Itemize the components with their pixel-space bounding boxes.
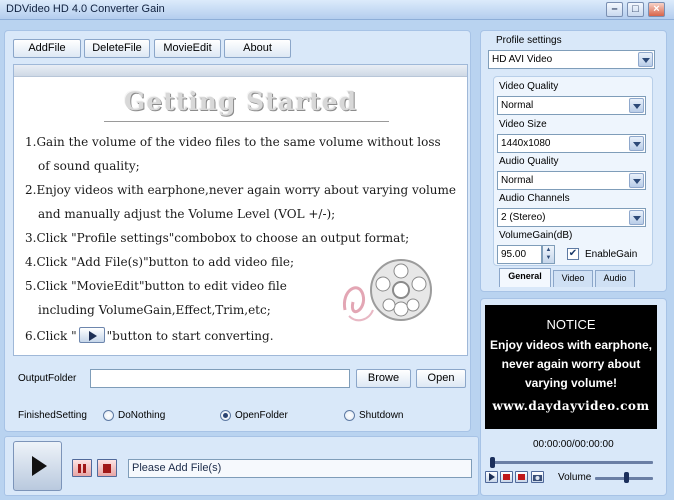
audio-quality-select[interactable]: Normal [497,171,646,190]
stop-button[interactable] [97,459,117,477]
radio-open-folder-label: OpenFolder [235,410,288,421]
guide-divider [104,121,389,122]
stop-icon [518,474,525,480]
tab-video[interactable]: Video [553,270,593,287]
pause-button[interactable] [72,459,92,477]
volume-gain-spinner[interactable]: ▲ ▼ [542,245,555,264]
chevron-down-icon [629,98,644,113]
browse-button[interactable]: Browe [356,369,411,388]
audio-quality-label: Audio Quality [499,156,559,167]
pause-icon [503,474,510,480]
enable-gain-label: EnableGain [585,249,638,260]
pause-icon [78,464,86,473]
stop-icon [103,464,111,473]
chevron-down-icon [629,210,644,225]
file-list-header [14,65,467,77]
audio-quality-value: Normal [501,175,534,186]
output-folder-label: OutputFolder [18,373,77,384]
guide-line-2: of sound quality; [38,159,140,173]
video-quality-select[interactable]: Normal [497,96,646,115]
close-button[interactable]: × [648,2,665,17]
guide-line-9: 6.Click " "button to start converting. [25,327,274,343]
video-size-label: Video Size [499,119,547,130]
audio-channels-select[interactable]: 2 (Stereo) [497,208,646,227]
radio-do-nothing[interactable] [103,410,114,421]
notice-box: NOTICE Enjoy videos with earphone, never… [485,305,657,429]
tab-general[interactable]: General [499,268,551,287]
notice-url: www.daydayvideo.com [492,399,650,413]
open-folder-button[interactable]: Open [416,369,466,388]
radio-shutdown-label: Shutdown [359,410,404,421]
maximize-button[interactable]: □ [627,2,644,17]
delete-file-button[interactable]: DeleteFile [84,39,150,58]
preview-play-button[interactable] [485,471,498,483]
notice-title: NOTICE [546,317,596,332]
title-bar: DDVideo HD 4.0 Converter Gain – □ × [0,0,674,20]
notice-line-1: Enjoy videos with earphone, [489,338,653,352]
guide-title: Getting Started [123,87,358,116]
snapshot-button[interactable] [531,471,544,483]
guide-line-5: 3.Click "Profile settings"combobox to ch… [25,231,410,245]
radio-do-nothing-label: DoNothing [118,410,166,421]
window-title: DDVideo HD 4.0 Converter Gain [6,3,165,15]
guide-line-8: including VolumeGain,Effect,Trim,etc; [38,303,271,317]
status-bar: Please Add File(s) [128,459,472,478]
video-quality-label: Video Quality [499,81,559,92]
notice-line-2: never again worry about [501,357,641,371]
seek-slider[interactable] [490,461,653,464]
audio-channels-value: 2 (Stereo) [501,212,546,223]
notice-line-3: varying volume! [524,376,618,390]
guide-line-9-start: 6.Click " [25,329,77,343]
guide-line-6: 4.Click "Add File(s)"button to add video… [25,255,295,269]
radio-shutdown[interactable] [344,410,355,421]
guide-line-1: 1.Gain the volume of the video files to … [25,135,441,149]
audio-channels-label: Audio Channels [499,193,570,204]
volume-slider-handle[interactable] [624,472,629,483]
movie-edit-button[interactable]: MovieEdit [154,39,221,58]
film-reel-icon [342,259,432,322]
about-button[interactable]: About [224,39,291,58]
radio-open-folder[interactable] [220,410,231,421]
video-size-value: 1440x1080 [501,138,551,149]
video-size-select[interactable]: 1440x1080 [497,134,646,153]
chevron-down-icon [629,136,644,151]
volume-gain-label: VolumeGain(dB) [499,230,573,241]
guide-line-3: 2.Enjoy videos with earphone,never again… [25,183,457,197]
profile-settings-label: Profile settings [496,35,562,46]
seek-slider-handle[interactable] [490,457,495,468]
enable-gain-checkbox[interactable]: ✔ [567,248,579,260]
chevron-down-icon [629,173,644,188]
play-icon [78,327,105,343]
volume-label: Volume [558,472,592,483]
guide-line-9-end: "button to start converting. [106,329,274,343]
video-quality-value: Normal [501,100,534,111]
tab-audio[interactable]: Audio [595,270,635,287]
minimize-button[interactable]: – [606,2,623,17]
guide-line-7: 5.Click "MovieEdit"button to edit video … [25,279,287,293]
chevron-down-icon [638,52,653,67]
profile-select-value: HD AVI Video [492,54,553,65]
output-folder-input[interactable] [90,369,350,388]
file-list-area[interactable]: Getting Started 1.Gain the volume of the… [13,64,468,356]
preview-stop-button[interactable] [515,471,528,483]
volume-gain-input[interactable]: 95.00 [497,245,542,264]
add-file-button[interactable]: AddFile [13,39,81,58]
convert-play-button[interactable] [13,441,62,491]
guide-line-4: and manually adjust the Volume Level (VO… [38,207,336,221]
play-icon [489,473,495,481]
finished-setting-label: FinishedSetting [18,410,87,421]
profile-select[interactable]: HD AVI Video [488,50,655,69]
time-display: 00:00:00/00:00:00 [533,439,614,450]
preview-pause-button[interactable] [500,471,513,483]
camera-icon [533,475,542,481]
